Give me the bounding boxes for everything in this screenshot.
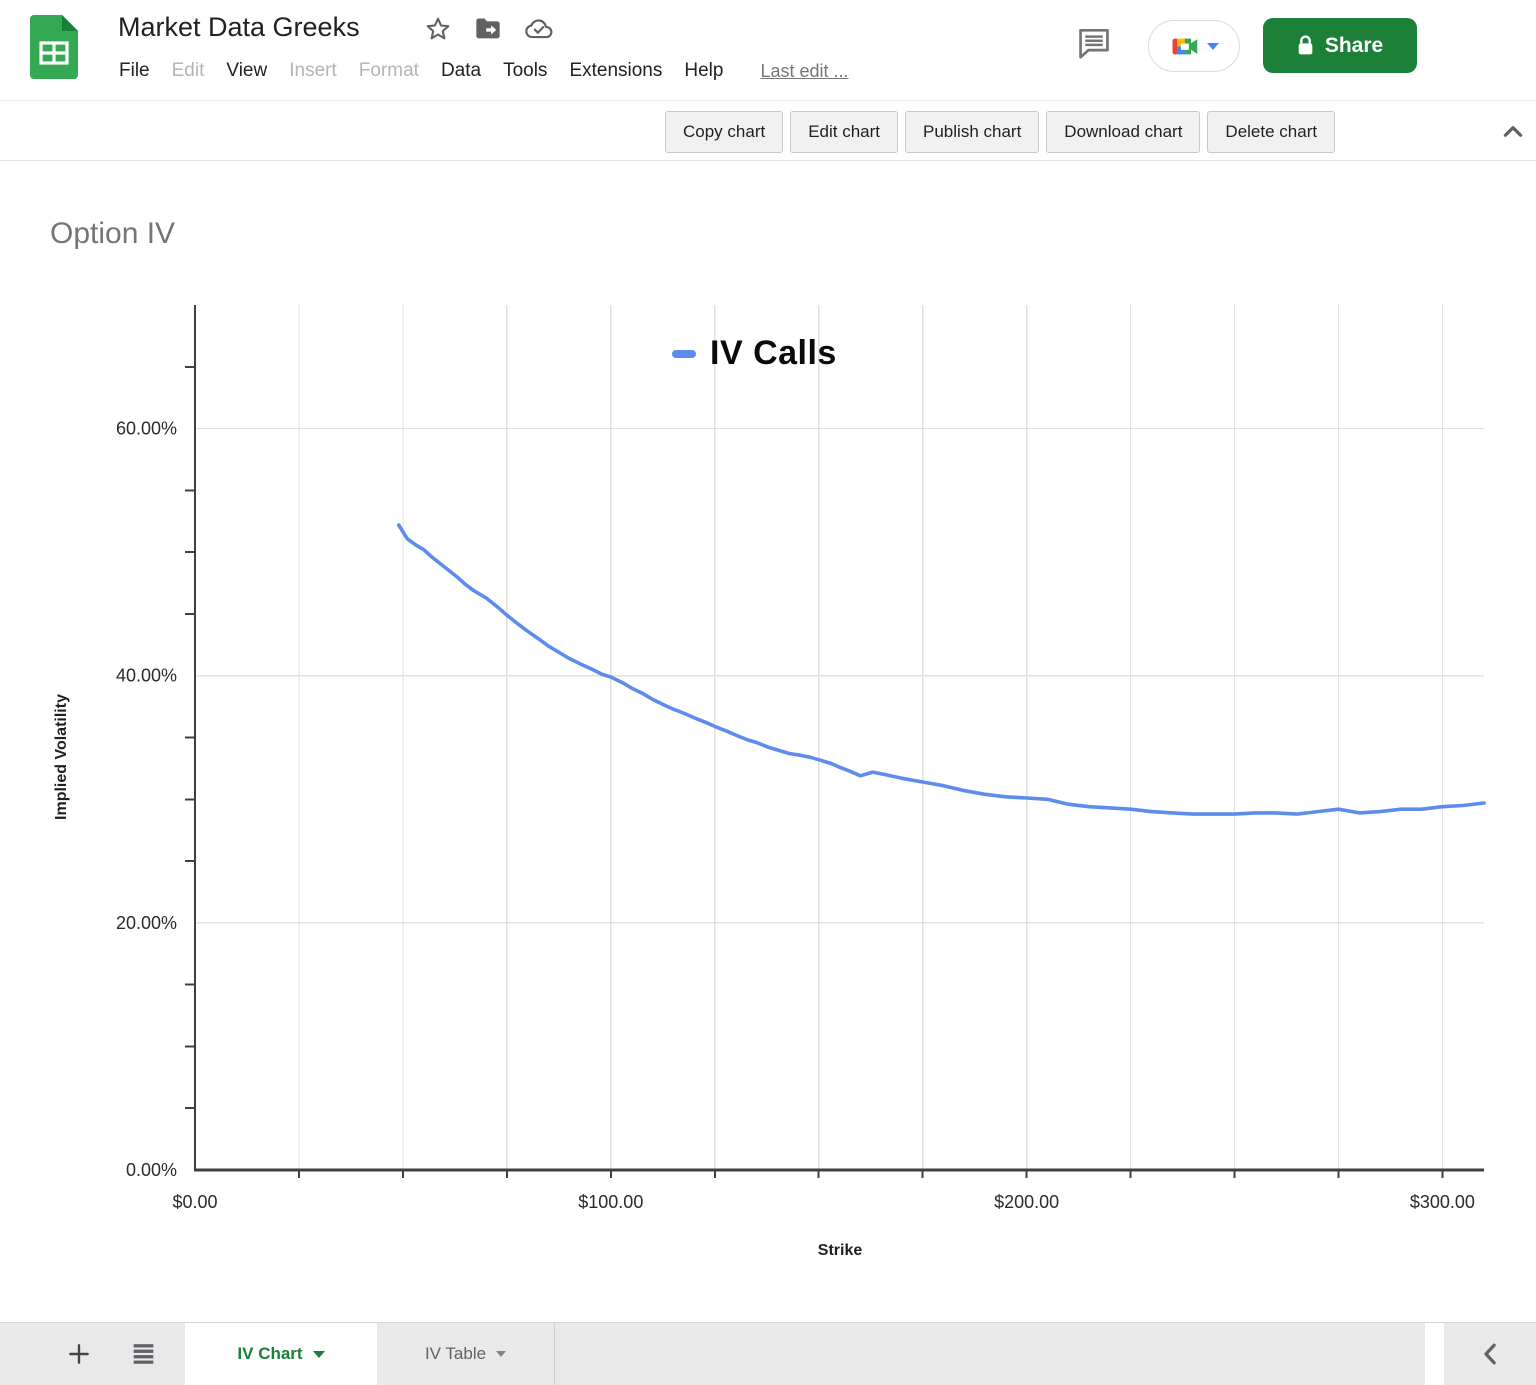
- sheet-tab-label: IV Table: [424, 1344, 487, 1363]
- menu-extensions[interactable]: Extensions: [558, 57, 673, 85]
- legend-series-swatch: [672, 349, 696, 358]
- sheet-tab-label: IV Chart: [237, 1344, 303, 1363]
- google-sheets-app: Market Data Greeks File Edit View Insert For…: [0, 0, 1536, 1385]
- sheet-tabs: IV Chart IV Table: [185, 1323, 555, 1385]
- chart-toolbar: Copy chart Edit chart Publish chart Downloa…: [0, 102, 1536, 161]
- legend-series-label: IV Calls: [710, 334, 837, 372]
- sheet-tab-iv-table[interactable]: IV Table: [377, 1323, 555, 1385]
- menu-help[interactable]: Help: [673, 57, 734, 85]
- publish-chart-button[interactable]: Publish chart: [905, 111, 1040, 153]
- x-tick-label: $100.00: [578, 1192, 643, 1212]
- google-meet-icon: [1172, 38, 1197, 54]
- share-label: Share: [1324, 33, 1384, 57]
- sheet-tab-caret: [312, 1350, 325, 1358]
- move-to-folder-icon[interactable]: [474, 15, 502, 43]
- last-edit-link[interactable]: Last edit ...: [760, 61, 848, 82]
- copy-chart-button[interactable]: Copy chart: [665, 111, 784, 153]
- delete-chart-button[interactable]: Delete chart: [1207, 111, 1336, 153]
- x-tick-label: $300.00: [1410, 1192, 1475, 1212]
- sheet-tab-caret: [496, 1351, 507, 1357]
- tab-bar-divider: [1425, 1323, 1444, 1385]
- menu-bar: File Edit View Insert Format Data Tools Extensi…: [108, 57, 849, 85]
- menu-edit[interactable]: Edit: [161, 57, 216, 85]
- scroll-tabs-left-icon[interactable]: [1476, 1337, 1506, 1371]
- series-line-iv-calls: [396, 523, 1486, 816]
- edit-chart-button[interactable]: Edit chart: [790, 111, 899, 153]
- y-tick-label: 40.00%: [116, 666, 177, 686]
- meet-dropdown-caret: [1206, 42, 1219, 50]
- download-chart-button[interactable]: Download chart: [1046, 111, 1201, 153]
- y-tick-label: 0.00%: [126, 1160, 177, 1180]
- y-axis-title: Implied Volatility: [53, 694, 70, 820]
- add-sheet-button[interactable]: [62, 1337, 96, 1371]
- x-tick-label: $200.00: [994, 1192, 1059, 1212]
- y-tick-label: 20.00%: [116, 913, 177, 933]
- sheet-bar-controls: [62, 1323, 161, 1385]
- y-tick-label: 60.00%: [116, 419, 177, 439]
- menu-view[interactable]: View: [215, 57, 278, 85]
- sheets-logo[interactable]: [30, 15, 78, 79]
- comment-history-icon[interactable]: [1075, 24, 1113, 62]
- lock-icon: [1298, 35, 1313, 55]
- chart-container[interactable]: Option IV 0.00% 20.00% 40.00% 60.00% $0.00 $1…: [0, 162, 1536, 1322]
- menu-tools[interactable]: Tools: [492, 57, 558, 85]
- x-tick-label: $0.00: [172, 1192, 217, 1212]
- chart-toolbar-buttons: Copy chart Edit chart Publish chart Downloa…: [665, 111, 1336, 153]
- star-icon[interactable]: [424, 15, 452, 43]
- menu-data[interactable]: Data: [430, 57, 492, 85]
- document-title[interactable]: Market Data Greeks: [118, 12, 360, 43]
- menu-insert[interactable]: Insert: [278, 57, 348, 85]
- sheet-tab-iv-chart[interactable]: IV Chart: [185, 1323, 377, 1385]
- menu-file[interactable]: File: [108, 57, 161, 85]
- sheet-tab-bar: IV Chart IV Table: [0, 1322, 1536, 1385]
- menu-format[interactable]: Format: [348, 57, 430, 85]
- cloud-saved-icon[interactable]: [524, 15, 554, 43]
- x-axis-title: Strike: [817, 1242, 863, 1259]
- meet-button[interactable]: [1148, 20, 1240, 72]
- header: Market Data Greeks File Edit View Insert For…: [0, 0, 1536, 101]
- chart-legend[interactable]: IV Calls: [672, 334, 837, 373]
- share-button[interactable]: Share: [1263, 18, 1417, 73]
- title-action-icons: [424, 15, 554, 43]
- all-sheets-menu-button[interactable]: [126, 1338, 161, 1370]
- collapse-toolbar-icon[interactable]: [1500, 119, 1526, 145]
